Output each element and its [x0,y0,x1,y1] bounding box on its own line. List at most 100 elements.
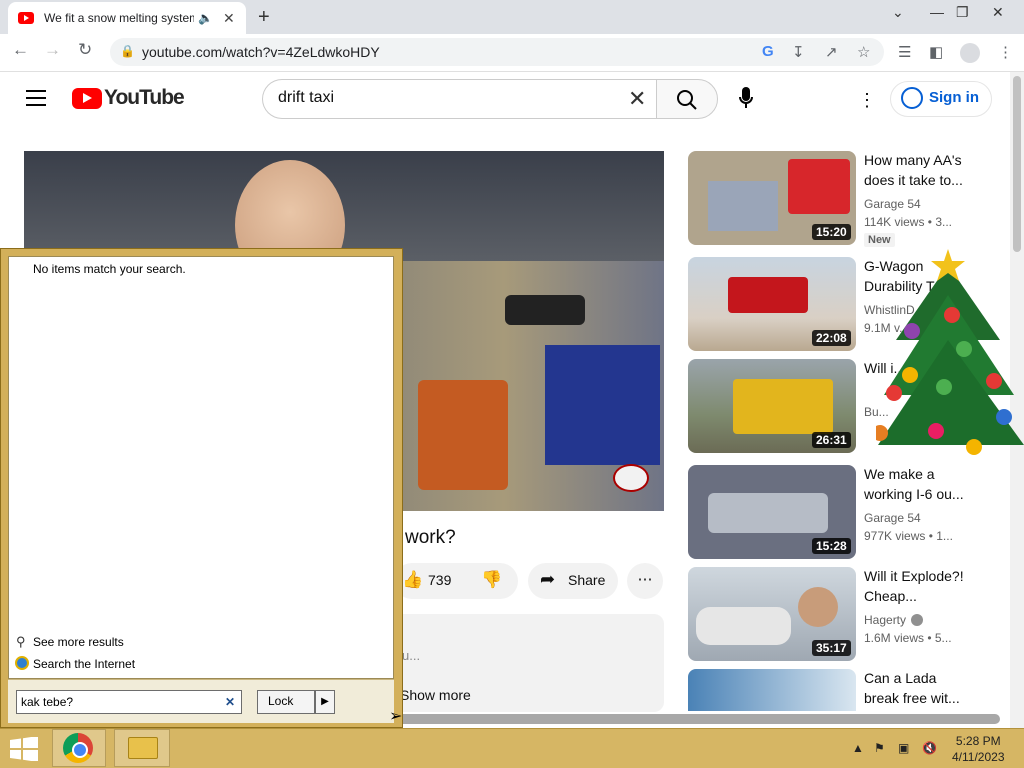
show-hidden-icons-icon[interactable]: ▲ [852,741,864,755]
thumbnail-yellow-truck [733,379,833,434]
recommended-channel[interactable]: Garage 54 [864,511,921,525]
like-icon[interactable]: 👍 [402,570,423,590]
duration-badge: 22:08 [812,330,851,346]
duration-badge: 15:28 [812,538,851,554]
duration-badge: 26:31 [812,432,851,448]
recommended-thumbnail[interactable]: 26:31 [688,359,856,453]
chrome-icon [63,733,93,763]
volume-muted-icon[interactable]: 🔇 [922,741,937,755]
scrollbar-thumb[interactable] [1013,76,1021,252]
channel-watermark-icon[interactable] [613,464,649,492]
minimize-button[interactable]: — [930,4,944,20]
browser-tab[interactable]: We fit a snow melting system 🔈 ✕ [8,2,246,34]
start-menu-results-pane [8,256,394,679]
voice-search-icon[interactable] [738,86,754,110]
thumbnail-white-car [696,607,791,645]
search-query[interactable]: drift taxi [278,89,334,107]
google-icon[interactable]: G [762,43,774,60]
search-icon [677,90,697,110]
video-frame-torch [505,295,585,325]
media-control-icon[interactable]: ☰ [898,43,911,61]
install-icon[interactable]: ↧ [792,43,805,61]
recommended-thumbnail[interactable]: 15:20 [688,151,856,245]
guide-menu-icon[interactable] [26,90,46,106]
action-center-flag-icon[interactable]: ⚑ [874,741,885,755]
bookmark-star-icon[interactable]: ☆ [857,43,870,61]
thumbnail-battery-box [788,159,850,214]
thumbnail-batteries [708,181,778,231]
tab-search-chevron-icon[interactable]: ⌄ [892,4,904,21]
recommended-thumbnail[interactable] [688,669,856,711]
power-options-arrow-icon[interactable]: ▶ [315,690,335,714]
share-label[interactable]: Share [568,572,605,588]
start-button-windows-icon[interactable] [10,737,38,761]
description-text: u... [402,648,421,663]
no-results-message: No items match your search. [33,262,186,276]
sign-in-label[interactable]: Sign in [929,89,979,106]
like-count[interactable]: 739 [428,572,451,588]
video-frame-engine [418,380,508,490]
recommended-meta: 114K views • 3... [864,215,953,229]
video-frame-cabinet [545,345,660,465]
restore-button[interactable]: ❐ [956,4,969,21]
video-title: work? [405,527,456,548]
christmas-tree-gadget[interactable] [876,245,1024,485]
new-tab-button[interactable]: + [258,6,270,29]
clock-time: 5:28 PM [955,734,1001,748]
file-explorer-icon [128,737,158,759]
recommended-channel[interactable]: Garage 54 [864,197,921,211]
magnifier-icon: ⚲ [16,634,26,649]
clear-search-icon[interactable]: ✕ [628,86,646,112]
start-search-value[interactable]: kak tebe? [21,695,73,709]
dislike-icon[interactable]: 👎 [481,570,502,590]
reload-icon[interactable]: ↻ [78,40,92,60]
internet-explorer-icon [15,656,29,670]
thumbnail-person [798,587,838,627]
taskbar-clock[interactable]: 5:28 PM 4/11/2023 [952,733,1005,765]
mouse-cursor-icon: ➢ [389,708,403,725]
video-frame-background [24,151,664,261]
youtube-favicon-icon [18,12,34,24]
close-tab-icon[interactable]: ✕ [223,10,235,27]
clock-date: 4/11/2023 [952,750,1005,764]
back-arrow-icon[interactable]: ← [12,40,29,60]
lock-icon[interactable]: 🔒 [120,44,135,58]
close-window-button[interactable]: ✕ [992,4,1004,21]
duration-badge: 35:17 [812,640,851,656]
speaker-icon[interactable]: 🔈 [198,11,213,25]
duration-badge: 15:20 [812,224,851,240]
recommended-meta: 1.6M views • 5... [864,631,952,645]
lock-button-label[interactable]: Lock [268,694,293,708]
horizontal-scrollbar[interactable] [396,714,1000,724]
search-internet-link[interactable]: Search the Internet [33,657,135,671]
more-actions-button[interactable]: ⋯ [627,563,663,599]
thumbnail-engine-block [708,493,828,533]
recommended-title[interactable]: Will it Explode?! Cheap... [864,566,974,606]
show-more-button[interactable]: Show more [400,687,471,703]
profile-icon[interactable] [960,43,980,63]
share-icon: ➦ [540,569,556,589]
network-icon[interactable]: ▣ [898,741,909,755]
recommended-channel[interactable]: Hagerty [864,613,906,627]
account-circle-icon [901,87,923,109]
recommended-thumbnail[interactable]: 22:08 [688,257,856,351]
youtube-logo-text[interactable]: YouTube [104,86,185,110]
tab-title: We fit a snow melting system [44,11,194,25]
forward-arrow-icon[interactable]: → [44,40,61,60]
share-page-icon[interactable]: ↗ [825,43,838,61]
side-panel-icon[interactable]: ◧ [929,43,943,61]
recommended-title[interactable]: Can a Lada break free wit... [864,668,974,708]
search-button[interactable] [656,79,718,119]
recommended-title[interactable]: How many AA's does it take to... [864,150,974,190]
see-more-results-link[interactable]: See more results [33,635,124,649]
clear-start-search-icon[interactable]: ✕ [225,695,235,709]
verified-icon [911,614,923,626]
thumbnail-red-suv [728,277,808,313]
settings-menu-icon[interactable]: ⋮ [858,90,876,111]
chrome-menu-icon[interactable]: ⋮ [998,43,1013,61]
recommended-thumbnail[interactable]: 35:17 [688,567,856,661]
youtube-logo-icon[interactable] [72,88,102,109]
url-text[interactable]: youtube.com/watch?v=4ZeLdwkoHDY [142,44,380,60]
thumbnail-image [688,669,856,711]
recommended-thumbnail[interactable]: 15:28 [688,465,856,559]
